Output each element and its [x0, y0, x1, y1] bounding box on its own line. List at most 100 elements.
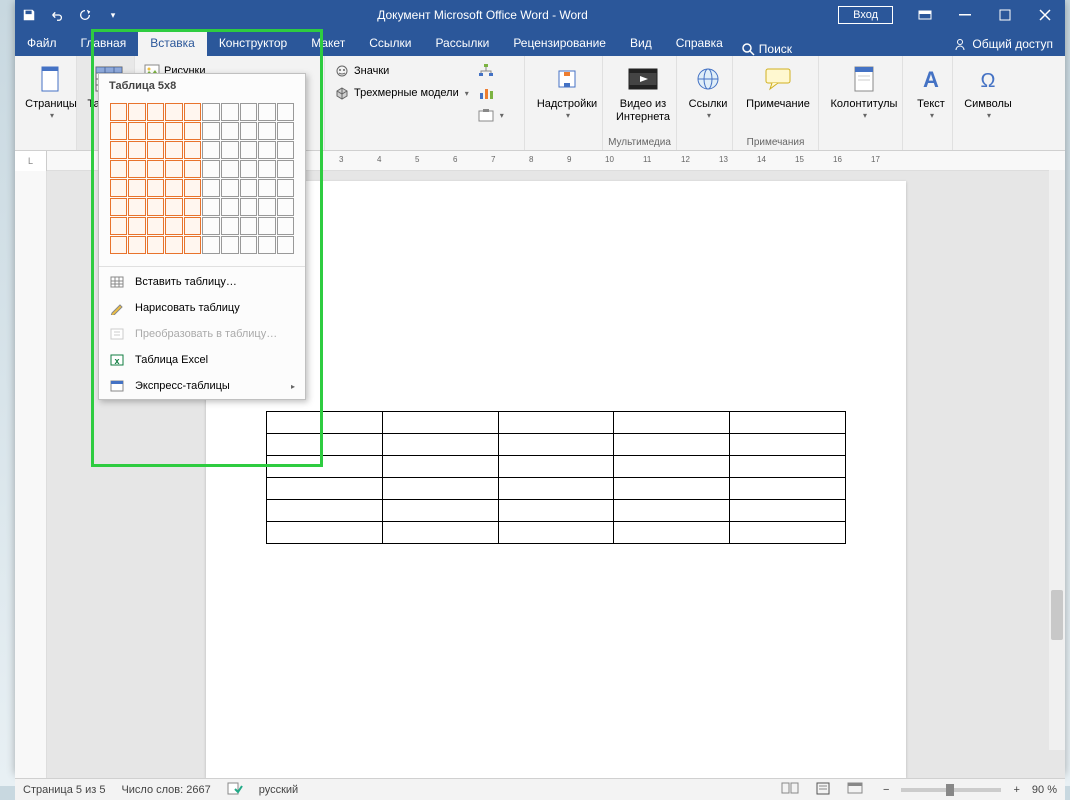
grid-cell[interactable]: [128, 179, 146, 197]
grid-cell[interactable]: [184, 122, 202, 140]
table-cell[interactable]: [498, 456, 614, 478]
qat-customize-icon[interactable]: ▾: [99, 0, 127, 30]
grid-cell[interactable]: [258, 217, 276, 235]
tab-file[interactable]: Файл: [15, 30, 69, 56]
3d-models-button[interactable]: Трехмерные модели▾: [331, 82, 472, 104]
screenshot-button[interactable]: ▾: [476, 104, 506, 126]
excel-table-item[interactable]: xТаблица Excel: [99, 347, 305, 373]
grid-cell[interactable]: [165, 198, 183, 216]
grid-cell[interactable]: [128, 198, 146, 216]
grid-cell[interactable]: [258, 103, 276, 121]
status-language[interactable]: русский: [259, 784, 298, 796]
grid-cell[interactable]: [240, 160, 258, 178]
grid-cell[interactable]: [110, 198, 128, 216]
table-cell[interactable]: [382, 500, 498, 522]
minimize-icon[interactable]: [945, 0, 985, 30]
table-cell[interactable]: [267, 478, 383, 500]
grid-cell[interactable]: [165, 217, 183, 235]
grid-cell[interactable]: [277, 122, 295, 140]
links-button[interactable]: Ссылки▾: [683, 60, 733, 124]
table-cell[interactable]: [498, 500, 614, 522]
table-cell[interactable]: [730, 456, 846, 478]
grid-cell[interactable]: [110, 103, 128, 121]
grid-cell[interactable]: [240, 198, 258, 216]
grid-cell[interactable]: [258, 198, 276, 216]
grid-cell[interactable]: [202, 236, 220, 254]
grid-cell[interactable]: [202, 122, 220, 140]
scrollbar-thumb[interactable]: [1051, 590, 1063, 640]
tab-insert[interactable]: Вставка: [138, 30, 207, 56]
maximize-icon[interactable]: [985, 0, 1025, 30]
grid-cell[interactable]: [277, 160, 295, 178]
grid-cell[interactable]: [202, 141, 220, 159]
comment-button[interactable]: Примечание: [739, 60, 817, 114]
grid-cell[interactable]: [258, 179, 276, 197]
grid-cell[interactable]: [277, 217, 295, 235]
grid-cell[interactable]: [128, 217, 146, 235]
zoom-slider[interactable]: [901, 788, 1001, 792]
zoom-slider-thumb[interactable]: [946, 784, 954, 796]
tab-layout[interactable]: Макет: [299, 30, 357, 56]
quick-tables-item[interactable]: Экспресс-таблицы▸: [99, 373, 305, 399]
view-web-icon[interactable]: [847, 781, 863, 798]
table-cell[interactable]: [267, 456, 383, 478]
table-cell[interactable]: [614, 456, 730, 478]
grid-cell[interactable]: [258, 236, 276, 254]
status-proofing-icon[interactable]: [227, 781, 243, 798]
grid-cell[interactable]: [240, 122, 258, 140]
table-cell[interactable]: [730, 500, 846, 522]
grid-cell[interactable]: [277, 236, 295, 254]
table-cell[interactable]: [267, 500, 383, 522]
tab-review[interactable]: Рецензирование: [501, 30, 618, 56]
grid-cell[interactable]: [221, 198, 239, 216]
table-cell[interactable]: [382, 522, 498, 544]
grid-cell[interactable]: [277, 103, 295, 121]
grid-cell[interactable]: [165, 103, 183, 121]
grid-cell[interactable]: [165, 236, 183, 254]
view-print-icon[interactable]: [815, 781, 831, 798]
close-icon[interactable]: [1025, 0, 1065, 30]
zoom-level[interactable]: 90 %: [1032, 784, 1057, 796]
grid-cell[interactable]: [221, 141, 239, 159]
grid-cell[interactable]: [221, 160, 239, 178]
grid-cell[interactable]: [165, 160, 183, 178]
draw-table-item[interactable]: Нарисовать таблицу: [99, 295, 305, 321]
grid-cell[interactable]: [202, 179, 220, 197]
smartart-button[interactable]: [476, 60, 506, 82]
status-words[interactable]: Число слов: 2667: [121, 784, 210, 796]
status-page[interactable]: Страница 5 из 5: [23, 784, 105, 796]
zoom-out-button[interactable]: −: [879, 784, 893, 796]
grid-cell[interactable]: [110, 179, 128, 197]
grid-cell[interactable]: [221, 103, 239, 121]
grid-cell[interactable]: [221, 179, 239, 197]
table-grid-picker[interactable]: [99, 98, 305, 264]
grid-cell[interactable]: [184, 198, 202, 216]
grid-cell[interactable]: [147, 141, 165, 159]
table-cell[interactable]: [267, 434, 383, 456]
grid-cell[interactable]: [147, 122, 165, 140]
table-cell[interactable]: [730, 434, 846, 456]
table-cell[interactable]: [614, 434, 730, 456]
grid-cell[interactable]: [221, 217, 239, 235]
grid-cell[interactable]: [128, 141, 146, 159]
grid-cell[interactable]: [147, 160, 165, 178]
pages-button[interactable]: Страницы▾: [21, 60, 81, 124]
vertical-scrollbar[interactable]: [1049, 170, 1065, 750]
grid-cell[interactable]: [165, 179, 183, 197]
table-cell[interactable]: [267, 522, 383, 544]
grid-cell[interactable]: [147, 217, 165, 235]
ruler-vertical[interactable]: [15, 171, 47, 778]
grid-cell[interactable]: [221, 122, 239, 140]
grid-cell[interactable]: [258, 160, 276, 178]
grid-cell[interactable]: [277, 141, 295, 159]
table-cell[interactable]: [614, 500, 730, 522]
icons-button[interactable]: Значки: [331, 60, 472, 82]
redo-icon[interactable]: [71, 0, 99, 30]
table-cell[interactable]: [498, 412, 614, 434]
tab-design[interactable]: Конструктор: [207, 30, 299, 56]
grid-cell[interactable]: [184, 103, 202, 121]
grid-cell[interactable]: [165, 141, 183, 159]
grid-cell[interactable]: [128, 236, 146, 254]
tab-home[interactable]: Главная: [69, 30, 139, 56]
table-cell[interactable]: [614, 522, 730, 544]
